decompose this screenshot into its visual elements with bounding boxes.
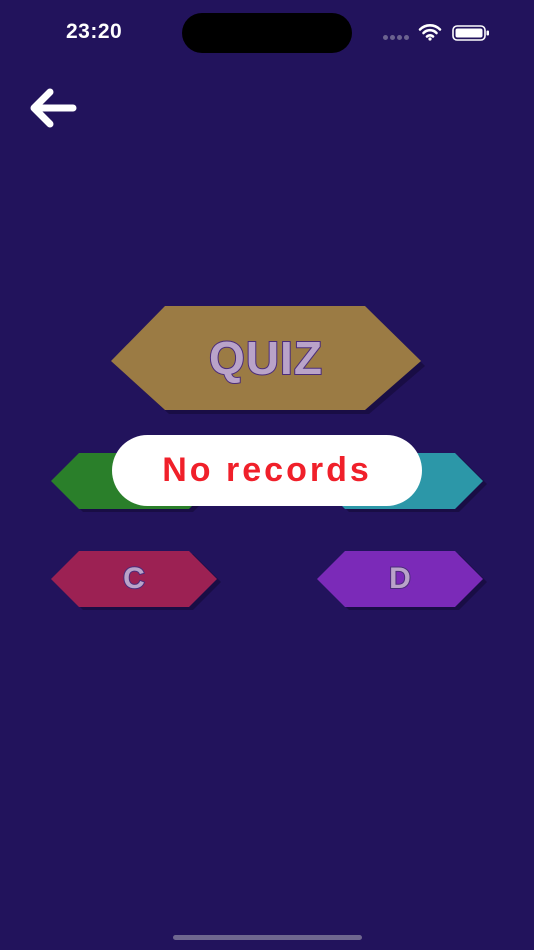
- wifi-icon: [418, 24, 442, 41]
- arrow-left-icon: [30, 88, 77, 128]
- back-button[interactable]: [26, 86, 80, 130]
- quiz-button[interactable]: QUIZ: [111, 306, 425, 414]
- option-d-button[interactable]: D: [317, 551, 487, 610]
- option-c-button[interactable]: C: [51, 551, 221, 610]
- option-d-label: D: [388, 561, 412, 596]
- status-time: 23:20: [66, 20, 123, 43]
- battery-icon: [452, 25, 489, 41]
- no-records-toast: No records: [112, 435, 422, 506]
- home-indicator[interactable]: [173, 935, 362, 940]
- status-bar: 23:20: [0, 0, 534, 60]
- quiz-button-label: QUIZ: [208, 331, 323, 385]
- option-c-label: C: [122, 561, 146, 596]
- signal-dots-icon: [383, 35, 409, 40]
- dynamic-island: [182, 13, 352, 53]
